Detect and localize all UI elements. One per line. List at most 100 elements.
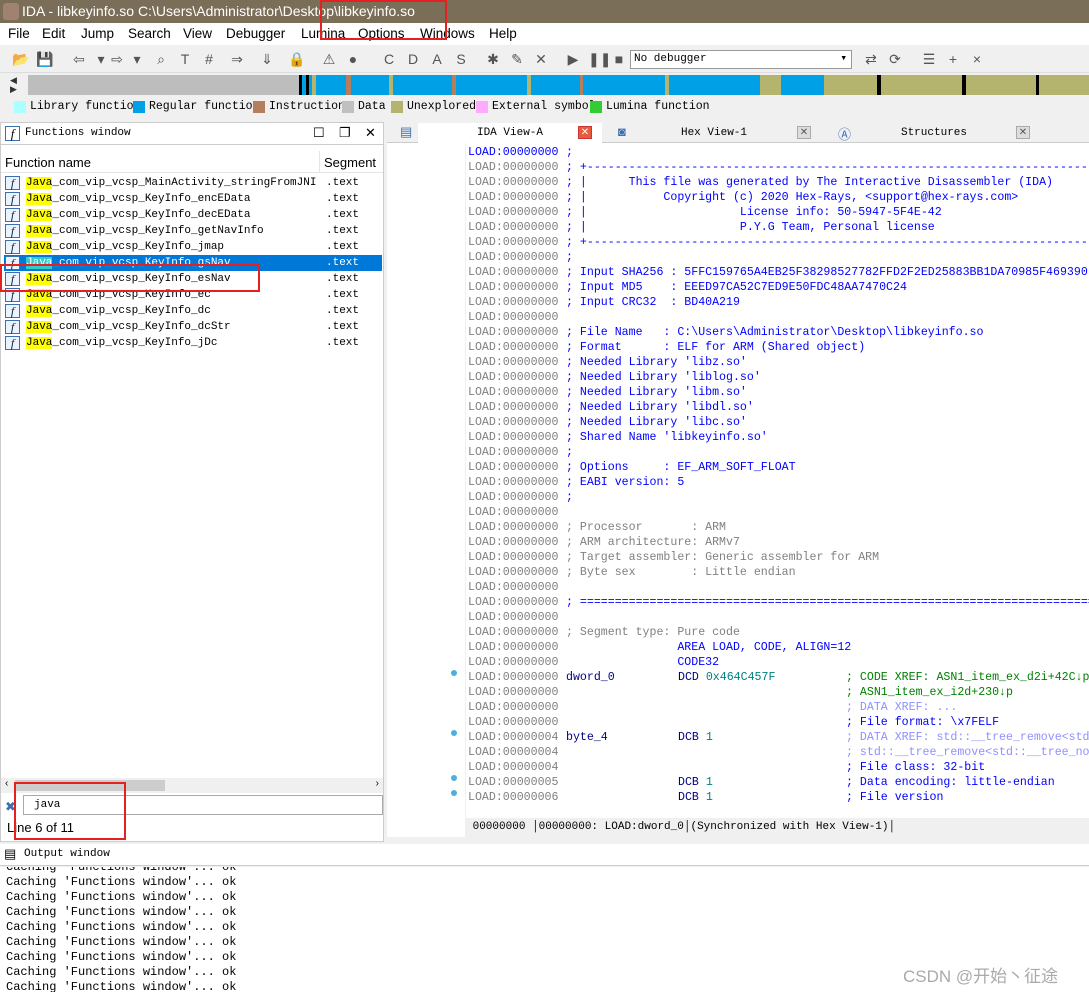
disasm-line[interactable]: LOAD:00000000 ; DATA XREF: ... [468,700,1089,715]
maximize-icon[interactable]: ☐ [313,125,325,141]
disasm-line[interactable]: LOAD:00000000 ; Needed Library 'libc.so' [468,415,1089,430]
disasm-line[interactable]: LOAD:00000000 [468,610,1089,625]
function-row[interactable]: f Java_com_vip_vcsp_KeyInfo_dc .text [4,303,382,319]
navigation-band[interactable] [28,75,1089,95]
menu-debugger[interactable]: Debugger [226,26,285,41]
warning-icon[interactable]: ⚠ [320,50,338,68]
disasm-line[interactable]: LOAD:00000000 ; File Name : C:\Users\Admi… [468,325,1089,340]
restore-icon[interactable]: ❐ [339,125,351,141]
disasm-line[interactable]: LOAD:00000000 ; File format: \x7FELF [468,715,1089,730]
menu-view[interactable]: View [183,26,212,41]
function-row[interactable]: f Java_com_vip_vcsp_KeyInfo_decEData .text [4,207,382,223]
disasm-line[interactable]: LOAD:00000000; [468,250,1089,265]
menu-edit[interactable]: Edit [42,26,65,41]
menu-file[interactable]: File [8,26,30,41]
ida-view-a[interactable]: LOAD:00000000; LOAD:00000000; +----------… [466,143,1089,818]
play-icon[interactable]: ▶ [564,50,582,68]
disasm-line[interactable]: LOAD:00000000 [468,580,1089,595]
back-icon[interactable]: ⇦ [70,50,88,68]
disasm-line[interactable]: LOAD:00000000 ; EABI version: 5 [468,475,1089,490]
save-icon[interactable]: 💾 [36,50,54,68]
disasm-line[interactable]: LOAD:00000004 byte_4 DCB 1 ; DATA XREF: std… [468,730,1089,745]
disasm-line[interactable]: LOAD:00000000 CODE32 [468,655,1089,670]
disasm-line[interactable]: LOAD:00000000 ; Shared Name 'libkeyinfo.s… [468,430,1089,445]
open-icon[interactable]: 📂 [12,50,30,68]
function-row[interactable]: f Java_com_vip_vcsp_KeyInfo_dcStr .text [4,319,382,335]
disasm-line[interactable]: LOAD:00000000 AREA LOAD, CODE, ALIGN=12 [468,640,1089,655]
disasm-line[interactable]: LOAD:00000000 ; Needed Library 'liblog.so… [468,370,1089,385]
disasm-line[interactable]: LOAD:00000005 DCB 1 ; Data encoding: littl… [468,775,1089,790]
code-icon[interactable]: C [380,50,398,68]
column-function-name[interactable]: Function name [5,155,91,170]
disasm-line[interactable]: LOAD:00000000 [468,310,1089,325]
disasm-line[interactable]: LOAD:00000000 ; Format : ELF for ARM (Sha… [468,340,1089,355]
disasm-line[interactable]: LOAD:00000000 dword_0 DCD 0x464C457F ; CODE… [468,670,1089,685]
down-icon[interactable]: ⇓ [258,50,276,68]
close-tab-icon[interactable]: ✕ [797,126,811,139]
disasm-line[interactable]: LOAD:00000004 ; File class: 32-bit [468,760,1089,775]
disasm-line[interactable]: LOAD:00000000 ; ASN1_item_ex_i2d+230↓p [468,685,1089,700]
undefine-icon[interactable]: ✱ [484,50,502,68]
function-row[interactable]: f Java_com_vip_vcsp_KeyInfo_jmap .text [4,239,382,255]
debugger-select[interactable]: No debugger ▾ [630,50,852,69]
list-icon[interactable]: ☰ [920,50,938,68]
function-row[interactable]: f Java_com_vip_vcsp_KeyInfo_getNavInfo .te… [4,223,382,239]
string-icon[interactable]: A [428,50,446,68]
disasm-line[interactable]: LOAD:00000006 DCB 1 ; File version [468,790,1089,805]
lock-icon[interactable]: 🔒 [288,50,306,68]
function-row[interactable]: f Java_com_vip_vcsp_MainActivity_stringFr… [4,175,382,191]
data-icon[interactable]: D [404,50,422,68]
disasm-line[interactable]: LOAD:00000000 ; +------------------------… [468,160,1089,175]
disasm-line[interactable]: LOAD:00000000 ; Input SHA256 : 5FFC159765… [468,265,1089,280]
close-icon[interactable]: ✕ [532,50,550,68]
menu-jump[interactable]: Jump [81,26,114,41]
disasm-line[interactable]: LOAD:00000000 ; | Copyright (c) 2020 Hex-… [468,190,1089,205]
disasm-line[interactable]: LOAD:00000000 ; Byte sex : Little endian [468,565,1089,580]
binary-search-icon[interactable]: # [200,50,218,68]
disasm-line[interactable]: LOAD:00000000; [468,145,1089,160]
close-tab-icon[interactable]: ✕ [578,126,592,139]
binoculars-icon[interactable]: ⌕ [152,50,170,68]
disasm-line[interactable]: LOAD:00000000 ; Options : EF_ARM_SOFT_FLO… [468,460,1089,475]
disasm-line[interactable]: LOAD:00000000 ; Needed Library 'libm.so' [468,385,1089,400]
disasm-line[interactable]: LOAD:00000000 ; | This file was generated… [468,175,1089,190]
disasm-line[interactable]: LOAD:00000000; [468,445,1089,460]
tab-ida-view-a[interactable]: IDA View-A [418,123,602,143]
tab-structures[interactable]: Structures [856,123,1012,143]
disasm-line[interactable]: LOAD:00000000 ; Needed Library 'libz.so' [468,355,1089,370]
disasm-line[interactable]: LOAD:00000000; [468,490,1089,505]
close-icon[interactable]: ✕ [365,125,376,141]
disasm-line[interactable]: LOAD:00000000 ; =========================… [468,595,1089,610]
struct-icon[interactable]: S [452,50,470,68]
disasm-line[interactable]: LOAD:00000004 ; std::__tree_remove<std::_… [468,745,1089,760]
function-row[interactable]: f Java_com_vip_vcsp_KeyInfo_encEData .text [4,191,382,207]
switch-icon[interactable]: ⇄ [862,50,880,68]
menu-help[interactable]: Help [489,26,517,41]
function-row[interactable]: f Java_com_vip_vcsp_KeyInfo_jDc .text [4,335,382,351]
lightbulb-icon[interactable]: ● [344,50,362,68]
disasm-line[interactable]: LOAD:00000000 ; | P.Y.G Team, Personal li… [468,220,1089,235]
disasm-line[interactable]: LOAD:00000000 ; Input MD5 : EEED97CA52C7E… [468,280,1089,295]
nav-scroll-arrows[interactable]: ◀ ▶ [10,76,17,94]
disasm-line[interactable]: LOAD:00000000 [468,505,1089,520]
close-tab-icon[interactable]: ✕ [1016,126,1030,139]
add-icon[interactable]: + [944,50,962,68]
pause-icon[interactable]: ❚❚ [588,50,611,68]
menu-search[interactable]: Search [128,26,171,41]
sync-icon[interactable]: ⟳ [886,50,904,68]
disasm-line[interactable]: LOAD:00000000 ; Needed Library 'libdl.so' [468,400,1089,415]
text-search-icon[interactable]: T [176,50,194,68]
remove-icon[interactable]: × [968,50,986,68]
dropdown-icon[interactable]: ▾ [128,50,146,68]
disasm-line[interactable]: LOAD:00000000 ; Input CRC32 : BD40A219 [468,295,1089,310]
disasm-line[interactable]: LOAD:00000000 ; | License info: 50-5947-5… [468,205,1089,220]
disasm-line[interactable]: LOAD:00000000 ; +------------------------… [468,235,1089,250]
rename-icon[interactable]: ✎ [508,50,526,68]
jump-icon[interactable]: ⇒ [228,50,246,68]
disasm-line[interactable]: LOAD:00000000 ; Processor : ARM [468,520,1089,535]
disasm-line[interactable]: LOAD:00000000 ; Target assembler: Generic… [468,550,1089,565]
column-segment[interactable]: Segment [319,151,376,173]
tab-hex-view-1[interactable]: Hex View-1 [634,123,794,143]
stop-icon[interactable]: ■ [610,50,628,68]
disasm-line[interactable]: LOAD:00000000 ; ARM architecture: ARMv7 [468,535,1089,550]
